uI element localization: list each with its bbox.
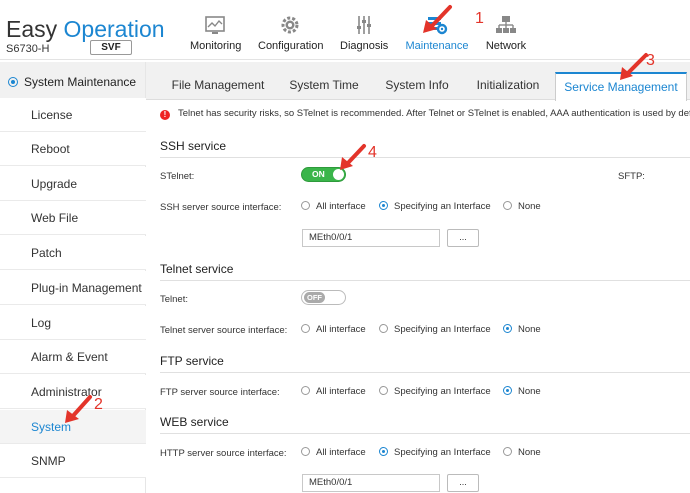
gear-icon: [281, 16, 299, 34]
nav-network[interactable]: Network: [484, 14, 528, 58]
ssh-radio-specify[interactable]: Specifying an Interface: [379, 201, 491, 212]
tab-system-info[interactable]: System Info: [376, 72, 458, 100]
web-divider: [160, 433, 690, 434]
sidebar-item-patch[interactable]: Patch: [0, 236, 146, 270]
nav-diagnosis[interactable]: Diagnosis: [340, 14, 388, 58]
ftp-source-label: FTP server source interface:: [160, 387, 280, 398]
svf-button[interactable]: SVF: [90, 40, 132, 55]
network-icon: [496, 16, 516, 33]
tab-file-management[interactable]: File Management: [160, 72, 276, 100]
ftp-radio-none[interactable]: None: [503, 386, 541, 397]
ssh-interface-input[interactable]: MEth0/0/1: [302, 229, 440, 247]
monitor-icon: [205, 16, 225, 34]
telnet-radio-specify[interactable]: Specifying an Interface: [379, 324, 491, 335]
sidebar-item-reboot[interactable]: Reboot: [0, 132, 146, 166]
annotation-number-1: 1: [475, 10, 484, 27]
ssh-radio-all[interactable]: All interface: [301, 201, 366, 212]
annotation-number-4: 4: [368, 144, 377, 161]
sidebar-item-snmp[interactable]: SNMP: [0, 444, 146, 478]
sidebar-item-web-file-management[interactable]: Web File Management: [0, 201, 146, 259]
annotation-arrow-2-icon: [65, 395, 92, 423]
sidebar-item-upgrade[interactable]: Upgrade: [0, 167, 146, 201]
annotation-number-2: 2: [94, 396, 103, 413]
warning-banner: ! Telnet has security risks, so STelnet i…: [160, 108, 690, 124]
ssh-source-label: SSH server source interface:: [160, 202, 282, 213]
http-radio-specify[interactable]: Specifying an Interface: [379, 447, 491, 458]
tab-initialization[interactable]: Initialization: [466, 72, 550, 100]
sidebar-item-alarm-event[interactable]: Alarm & Event: [0, 340, 146, 374]
ftp-section-title: FTP service: [160, 354, 224, 368]
tab-bar: File Management System Time System Info …: [146, 62, 690, 101]
stelnet-label: STelnet:: [160, 171, 195, 182]
top-header: Easy Operation S6730-H SVF Monitoring Co…: [0, 0, 690, 60]
web-section-title: WEB service: [160, 415, 229, 429]
telnet-divider: [160, 280, 690, 281]
http-radio-all[interactable]: All interface: [301, 447, 366, 458]
sidebar-item-license[interactable]: License: [0, 98, 146, 132]
annotation-arrow-3-icon: [620, 53, 648, 80]
device-model: S6730-H: [6, 43, 50, 55]
http-browse-button[interactable]: ...: [447, 474, 479, 492]
brand-logo: Easy Operation: [6, 16, 165, 42]
sidebar-header[interactable]: System Maintenance: [0, 62, 145, 102]
collapse-circle-icon: [8, 77, 18, 87]
http-interface-input[interactable]: MEth0/0/1: [302, 474, 440, 492]
http-radio-none[interactable]: None: [503, 447, 541, 458]
ssh-section-title: SSH service: [160, 139, 227, 153]
telnet-section-title: Telnet service: [160, 262, 234, 276]
annotation-arrow-1-icon: [423, 5, 452, 33]
nav-configuration[interactable]: Configuration: [258, 14, 323, 58]
annotation-number-3: 3: [646, 52, 655, 69]
nav-monitoring[interactable]: Monitoring: [190, 14, 241, 58]
telnet-source-label: Telnet server source interface:: [160, 325, 288, 336]
ssh-divider: [160, 157, 690, 158]
telnet-radio-none[interactable]: None: [503, 324, 541, 335]
ftp-radio-all[interactable]: All interface: [301, 386, 366, 397]
sidebar-item-plugin-management[interactable]: Plug-in Management: [0, 271, 146, 305]
ftp-radio-specify[interactable]: Specifying an Interface: [379, 386, 491, 397]
sftp-label: SFTP:: [618, 171, 645, 182]
warning-icon: !: [160, 110, 170, 120]
ssh-browse-button[interactable]: ...: [447, 229, 479, 247]
sidebar-item-log[interactable]: Log: [0, 306, 146, 340]
telnet-label: Telnet:: [160, 294, 188, 305]
annotation-arrow-4-icon: [340, 144, 366, 170]
http-source-label: HTTP server source interface:: [160, 448, 287, 459]
ssh-radio-none[interactable]: None: [503, 201, 541, 212]
tab-system-time[interactable]: System Time: [280, 72, 368, 100]
sidebar: System Maintenance License Reboot Upgrad…: [0, 62, 146, 493]
telnet-toggle[interactable]: OFF: [301, 290, 346, 305]
ftp-divider: [160, 372, 690, 373]
sliders-icon: [357, 16, 371, 34]
telnet-radio-all[interactable]: All interface: [301, 324, 366, 335]
